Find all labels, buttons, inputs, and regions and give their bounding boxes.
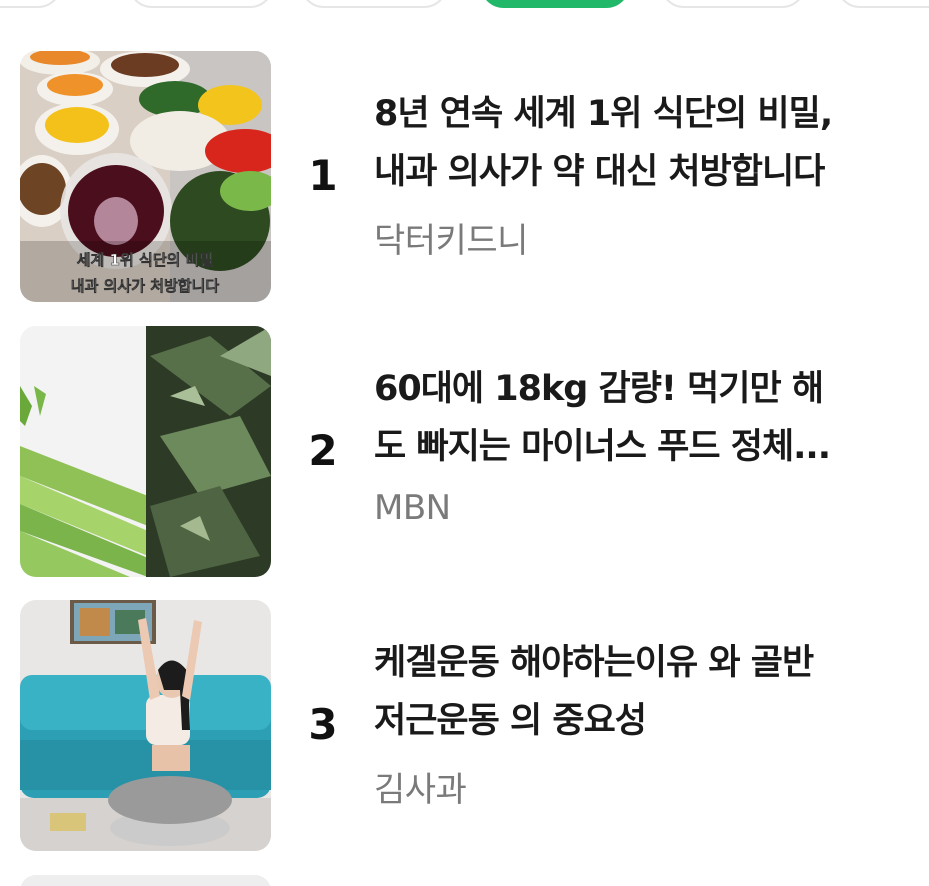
list-item[interactable]: 2 60대에 18kg 감량! 먹기만 해 도 빠지는 마이너스 푸드 정체..…: [0, 326, 929, 578]
category-chip[interactable]: [300, 0, 448, 8]
list-item[interactable]: 3 케겔운동 해야하는이유 와 골반 저근운동 의 중요성 김사과: [0, 600, 929, 852]
video-title-line1: 60대에 18kg 감량! 먹기만 해: [374, 369, 824, 409]
thumbnail-image: 세계 1위 식단의 비밀 내과 의사가 처방합니다: [20, 51, 271, 302]
channel-name[interactable]: 닥터키드니: [374, 213, 528, 262]
channel-name[interactable]: 김사과: [374, 762, 467, 811]
video-thumbnail[interactable]: 세계 1위 식단의 비밀 내과 의사가 처방합니다: [20, 51, 271, 302]
video-title-line1: 케겔운동 해야하는이유 와 골반: [374, 643, 814, 683]
channel-name[interactable]: MBN: [374, 488, 451, 528]
category-chip[interactable]: [128, 0, 274, 8]
category-chip-row: [0, 0, 929, 14]
video-title-line2: 저근운동 의 중요성: [374, 701, 647, 741]
thumbnail-caption-line1: 세계 1위 식단의 비밀: [77, 251, 214, 269]
rank-number: 3: [308, 700, 338, 749]
video-title[interactable]: 60대에 18kg 감량! 먹기만 해 도 빠지는 마이너스 푸드 정체...: [374, 360, 874, 476]
thumbnail-caption-line2: 내과 의사가 처방합니다: [71, 277, 220, 295]
video-title[interactable]: 8년 연속 세계 1위 식단의 비밀, 내과 의사가 약 대신 처방합니다: [374, 85, 874, 201]
category-chip[interactable]: [0, 0, 62, 8]
video-thumbnail-partial[interactable]: [20, 875, 271, 886]
video-title-line2: 내과 의사가 약 대신 처방합니다: [374, 152, 825, 192]
video-ranking-list: 세계 1위 식단의 비밀 내과 의사가 처방합니다 1 8년 연속 세계 1위 …: [0, 0, 929, 886]
video-title-line1: 8년 연속 세계 1위 식단의 비밀,: [374, 94, 833, 134]
video-title-line2: 도 빠지는 마이너스 푸드 정체...: [374, 427, 831, 467]
thumbnail-image: [20, 326, 271, 577]
rank-number: 1: [308, 151, 338, 200]
category-chip[interactable]: [836, 0, 929, 8]
video-thumbnail[interactable]: [20, 326, 271, 577]
list-item[interactable]: 세계 1위 식단의 비밀 내과 의사가 처방합니다 1 8년 연속 세계 1위 …: [0, 51, 929, 303]
category-chip[interactable]: [660, 0, 806, 8]
thumbnail-image: [20, 600, 271, 851]
video-thumbnail[interactable]: [20, 600, 271, 851]
video-title[interactable]: 케겔운동 해야하는이유 와 골반 저근운동 의 중요성: [374, 634, 874, 750]
category-chip-selected[interactable]: [480, 0, 630, 8]
rank-number: 2: [308, 426, 338, 475]
